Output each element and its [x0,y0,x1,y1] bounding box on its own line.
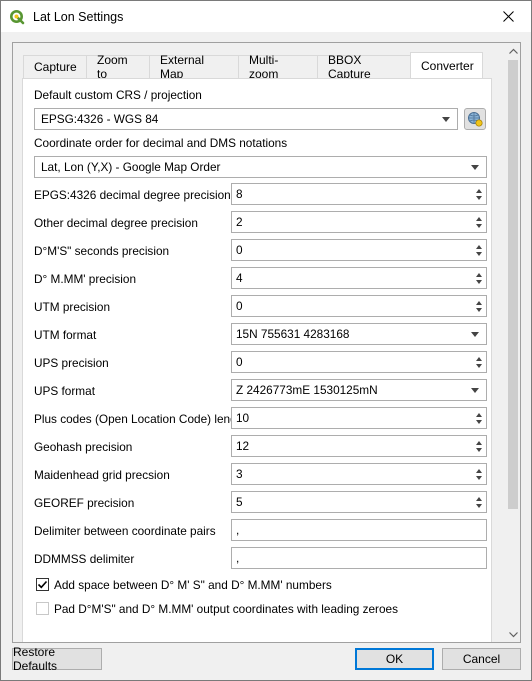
tab-capture[interactable]: Capture [23,55,87,78]
tab-bbox-capture[interactable]: BBOX Capture [317,53,411,81]
epsg4326-precision-spinbox[interactable]: 8 [231,183,487,205]
settings-scroll-area: Capture Zoom to External Map Multi-zoom … [12,42,521,643]
add-space-label[interactable]: Add space between D° M' S" and D° M.MM' … [54,578,332,592]
other-decimal-precision-spinbox[interactable]: 2 [231,211,487,233]
utm-format-select[interactable]: 15N 755631 4283168 [231,323,487,345]
field-label-dms-seconds-precision: D°M'S" seconds precision [34,244,170,258]
chevron-down-icon [509,631,518,637]
plus-codes-length-spinbox[interactable]: 10 [231,407,487,429]
input-value: , [236,523,240,537]
field-label-dmm-precision: D° M.MM' precision [34,272,137,286]
projection-selector-icon [468,112,483,127]
dms-seconds-precision-spinbox[interactable]: 0 [231,239,487,261]
vertical-scrollbar[interactable] [505,43,520,642]
field-label-ups-format: UPS format [34,384,95,398]
window-title: Lat Lon Settings [33,9,124,24]
spin-arrows-icon[interactable] [472,184,486,204]
tab-converter[interactable]: Converter [410,52,483,78]
checkmark-icon [37,580,48,589]
field-label-maidenhead-precision: Maidenhead grid precsion [34,468,170,482]
field-label-geohash-precision: Geohash precision [34,440,133,454]
input-value: , [236,551,240,565]
spinbox-value: 4 [236,271,243,285]
spinbox-value: 2 [236,215,243,229]
coordinate-order-select[interactable]: Lat, Lon (Y,X) - Google Map Order [34,156,487,178]
restore-defaults-button[interactable]: Restore Defaults [12,645,102,673]
tab-bar: Capture Zoom to External Map Multi-zoom … [23,52,483,81]
field-label-epsg4326-precision: EPGS:4326 decimal degree precision [34,188,231,202]
field-label-ddmmss-delimiter: DDMMSS delimiter [34,552,135,566]
pad-zeroes-checkbox[interactable] [36,602,49,615]
spin-arrows-icon[interactable] [472,436,486,456]
title-bar: Lat Lon Settings [1,1,531,32]
tab-external-map[interactable]: External Map [149,53,239,81]
ups-format-select[interactable]: Z 2426773mE 1530125mN [231,379,487,401]
qgis-icon [10,9,25,24]
dmm-precision-spinbox[interactable]: 4 [231,267,487,289]
order-label: Coordinate order for decimal and DMS not… [34,136,288,150]
crs-select[interactable]: EPSG:4326 - WGS 84 [34,108,458,130]
chevron-down-icon [471,388,479,393]
field-label-ups-precision: UPS precision [34,356,109,370]
coordinate-delimiter-input[interactable]: , [231,519,487,541]
ddmmss-delimiter-input[interactable]: , [231,547,487,569]
chevron-down-icon [471,332,479,337]
coordinate-order-value: Lat, Lon (Y,X) - Google Map Order [41,160,221,174]
spin-arrows-icon[interactable] [472,268,486,288]
field-label-utm-precision: UTM precision [34,300,111,314]
field-label-other-decimal-precision: Other decimal degree precision [34,216,198,230]
utm-format-value: 15N 755631 4283168 [236,327,350,341]
spin-arrows-icon[interactable] [472,492,486,512]
scroll-down-button[interactable] [506,627,520,642]
ok-button[interactable]: OK [355,648,434,670]
georef-precision-spinbox[interactable]: 5 [231,491,487,513]
spin-arrows-icon[interactable] [472,212,486,232]
spin-arrows-icon[interactable] [472,352,486,372]
add-space-checkbox[interactable] [36,578,49,591]
tab-multi-zoom[interactable]: Multi-zoom [238,53,318,81]
chevron-up-icon [509,48,518,54]
scroll-up-button[interactable] [506,43,520,58]
pad-zeroes-label[interactable]: Pad D°M'S" and D° M.MM' output coordinat… [54,602,398,616]
maidenhead-precision-spinbox[interactable]: 3 [231,463,487,485]
spinbox-value: 0 [236,299,243,313]
spin-arrows-icon[interactable] [472,408,486,428]
geohash-precision-spinbox[interactable]: 12 [231,435,487,457]
field-label-coordinate-delimiter: Delimiter between coordinate pairs [34,524,216,538]
settings-dialog: Lat Lon Settings Capture Zoom to Externa… [0,0,532,681]
spin-arrows-icon[interactable] [472,240,486,260]
spinbox-value: 0 [236,355,243,369]
spinbox-value: 12 [236,439,250,453]
ups-format-value: Z 2426773mE 1530125mN [236,383,378,397]
spinbox-value: 8 [236,187,243,201]
tab-zoom-to[interactable]: Zoom to [86,53,150,81]
crs-label: Default custom CRS / projection [34,88,202,102]
spin-arrows-icon[interactable] [472,296,486,316]
crs-selector-button[interactable] [464,108,486,130]
field-label-utm-format: UTM format [34,328,97,342]
spinbox-value: 0 [236,243,243,257]
close-button[interactable] [485,1,531,32]
scrollbar-thumb[interactable] [508,60,518,509]
converter-panel: Default custom CRS / projection EPSG:432… [22,78,492,642]
spinbox-value: 3 [236,467,243,481]
spin-arrows-icon[interactable] [472,464,486,484]
utm-precision-spinbox[interactable]: 0 [231,295,487,317]
crs-select-value: EPSG:4326 - WGS 84 [41,112,159,126]
field-label-plus-codes-length: Plus codes (Open Location Code) length [34,412,247,426]
spinbox-value: 10 [236,411,250,425]
cancel-button[interactable]: Cancel [442,648,521,670]
chevron-down-icon [442,117,450,122]
field-label-georef-precision: GEOREF precision [34,496,135,510]
spinbox-value: 5 [236,495,243,509]
ups-precision-spinbox[interactable]: 0 [231,351,487,373]
close-icon [502,11,514,22]
chevron-down-icon [471,165,479,170]
